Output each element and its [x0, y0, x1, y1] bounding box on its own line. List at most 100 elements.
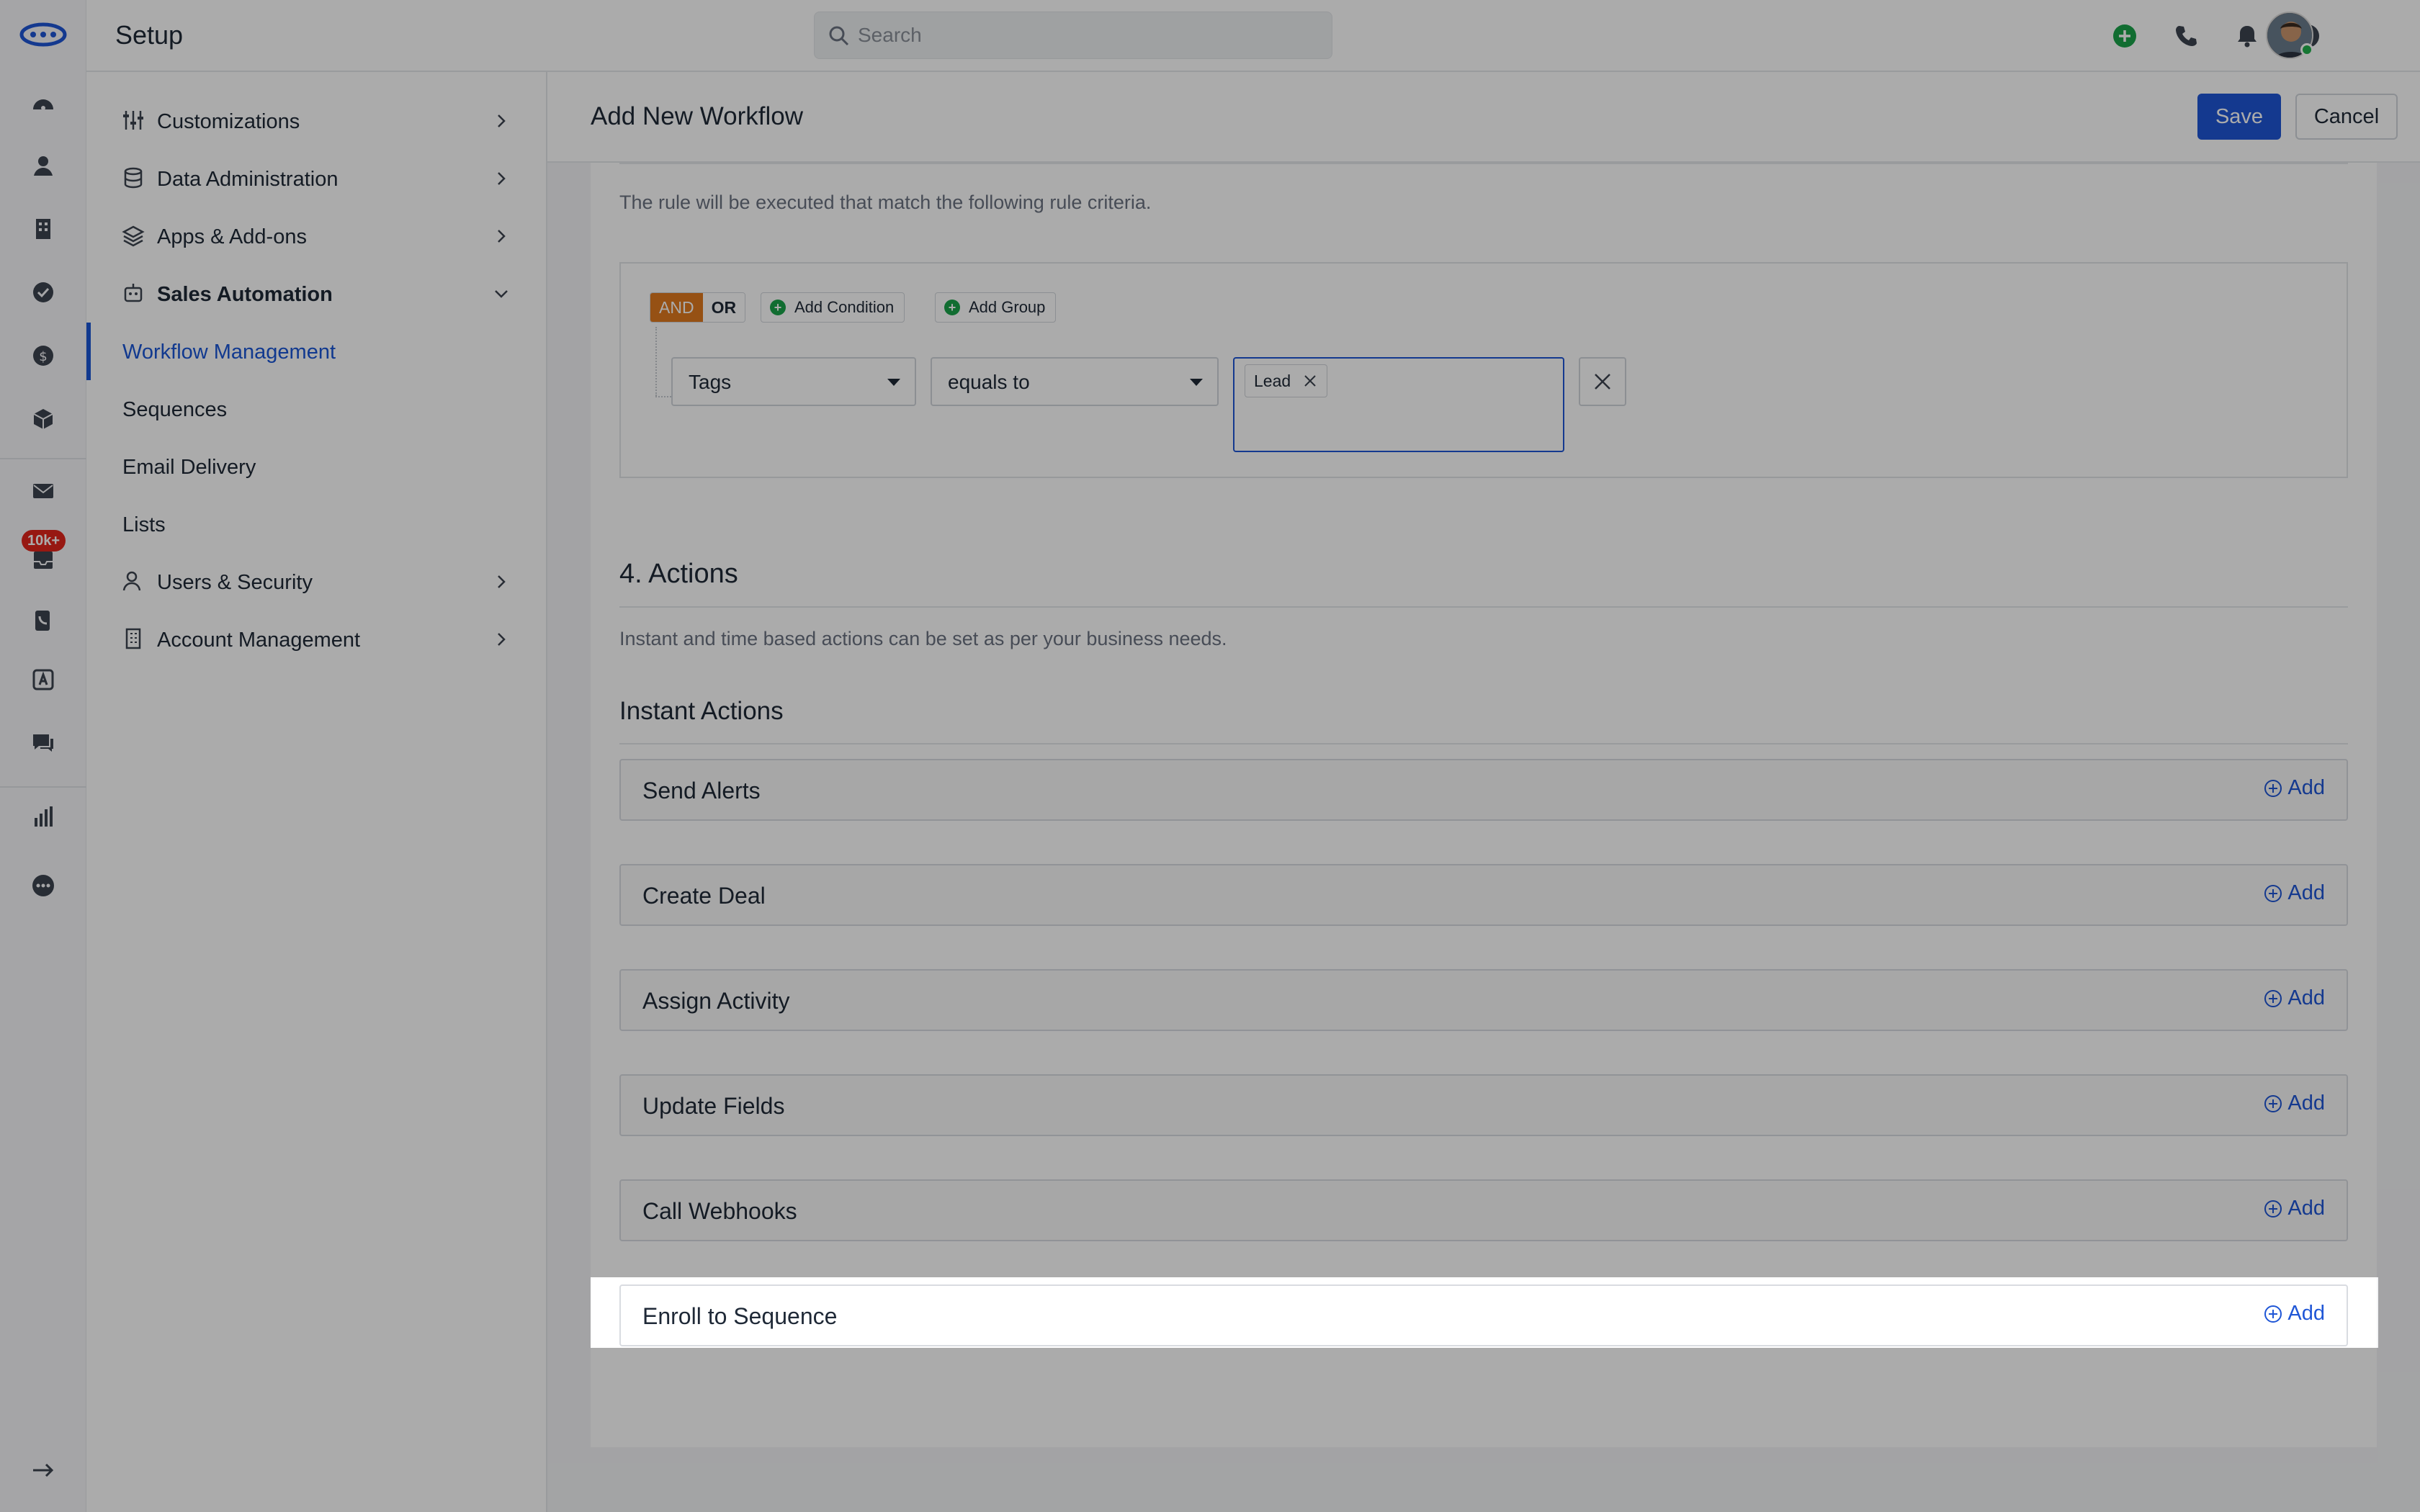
sidebar-item-customizations[interactable]: Customizations: [86, 92, 547, 150]
tasks-icon[interactable]: [27, 276, 59, 308]
sidebar-subitem-sequences[interactable]: Sequences: [86, 380, 547, 438]
plus-icon: +: [770, 300, 786, 315]
tag-chip: Lead: [1245, 364, 1328, 397]
sidebar-item-data-administration[interactable]: Data Administration: [86, 150, 547, 207]
sidebar-item-label: Sales Automation: [157, 283, 333, 306]
layers-icon: [122, 225, 145, 247]
chevron-right-icon: [498, 230, 506, 243]
chevron-right-icon: [498, 575, 506, 588]
field-select-value: Tags: [689, 371, 732, 393]
sidebar-item-sales-automation[interactable]: Sales Automation: [86, 265, 547, 323]
sidebar-subitem-label: Email Delivery: [122, 456, 256, 479]
chevron-right-icon: [498, 633, 506, 646]
add-send-alerts-button[interactable]: Add: [2263, 776, 2325, 800]
add-new-icon[interactable]: [2109, 20, 2141, 52]
bell-icon[interactable]: [2231, 20, 2263, 52]
action-label: Assign Activity: [642, 988, 790, 1014]
sidebar-subitem-label: Lists: [122, 513, 166, 536]
instant-actions-title: Instant Actions: [619, 697, 784, 725]
contacts-icon[interactable]: [27, 150, 59, 181]
sidebar-item-label: Customizations: [157, 110, 300, 133]
criteria-description: The rule will be executed that match the…: [619, 192, 1152, 213]
add-update-fields-button[interactable]: Add: [2263, 1092, 2325, 1115]
add-call-webhooks-button[interactable]: Add: [2263, 1197, 2325, 1220]
search-input[interactable]: [858, 12, 1319, 58]
sidebar-item-apps-addons[interactable]: Apps & Add-ons: [86, 207, 547, 265]
sidebar-subitem-workflow-management[interactable]: Workflow Management: [86, 323, 547, 380]
page-title: Add New Workflow: [591, 102, 804, 130]
plus-circle-icon: [2264, 1094, 2282, 1112]
automation-icon[interactable]: [27, 664, 59, 696]
setup-sidebar: Customizations Data Administration Apps …: [86, 72, 547, 1512]
add-group-button[interactable]: + Add Group: [935, 292, 1057, 323]
sidebar-subitem-lists[interactable]: Lists: [86, 495, 547, 553]
email-icon[interactable]: [27, 475, 59, 507]
rule-box: AND OR + Add Condition + Add Group Tags …: [619, 262, 2348, 478]
cancel-button[interactable]: Cancel: [2295, 94, 2398, 140]
add-create-deal-button[interactable]: Add: [2263, 881, 2325, 905]
chevron-right-icon: [498, 172, 506, 185]
add-condition-button[interactable]: + Add Condition: [761, 292, 905, 323]
actions-description: Instant and time based actions can be se…: [619, 628, 1227, 649]
action-label: Send Alerts: [642, 778, 761, 804]
add-enroll-to-sequence-button[interactable]: Add: [2263, 1302, 2325, 1326]
field-select[interactable]: Tags: [671, 357, 916, 406]
accounts-icon[interactable]: [27, 213, 59, 245]
or-toggle[interactable]: OR: [702, 293, 745, 322]
plus-circle-icon: [2264, 1305, 2282, 1323]
criteria-section: The rule will be executed that match the…: [591, 163, 2377, 580]
action-label: Create Deal: [642, 883, 766, 909]
save-button[interactable]: Save: [2197, 94, 2281, 140]
robot-icon: [124, 284, 143, 302]
caret-down-icon: [887, 379, 900, 386]
sliders-icon: [123, 111, 143, 130]
actions-section: 4. Actions Instant and time based action…: [591, 530, 2377, 1447]
delete-condition-button[interactable]: [1579, 357, 1626, 406]
chevron-down-icon: [495, 290, 508, 298]
sidebar-item-label: Account Management: [157, 629, 361, 652]
plus-icon: +: [944, 300, 960, 315]
user-lock-icon: [122, 571, 141, 591]
add-label: Add: [2287, 776, 2325, 799]
search-icon: [829, 26, 849, 46]
sidebar-item-users-security[interactable]: Users & Security: [86, 553, 547, 611]
action-label: Update Fields: [642, 1093, 785, 1119]
plus-circle-icon: [2264, 884, 2282, 902]
sidebar-item-label: Users & Security: [157, 571, 313, 594]
database-icon: [124, 167, 143, 189]
sidebar-item-account-management[interactable]: Account Management: [86, 611, 547, 668]
action-label: Call Webhooks: [642, 1198, 797, 1224]
dashboard-icon[interactable]: [27, 88, 59, 120]
value-tag-input[interactable]: Lead: [1233, 357, 1564, 452]
actions-title: 4. Actions: [619, 559, 738, 589]
sidebar-item-label: Apps & Add-ons: [157, 225, 307, 248]
deals-icon[interactable]: $: [27, 340, 59, 372]
building-icon: [125, 628, 141, 649]
action-row-assign-activity: Assign Activity Add: [619, 969, 2348, 1031]
reports-icon[interactable]: [27, 801, 59, 832]
sidebar-subitem-label: Sequences: [122, 398, 228, 421]
add-assign-activity-button[interactable]: Add: [2263, 986, 2325, 1010]
search-box[interactable]: [814, 12, 1332, 59]
operator-select[interactable]: equals to: [931, 357, 1219, 406]
phone-icon[interactable]: [2170, 20, 2202, 52]
sidebar-subitem-label: Workflow Management: [122, 341, 336, 364]
products-icon[interactable]: [27, 403, 59, 435]
more-icon[interactable]: [27, 870, 59, 901]
sidebar-subitem-email-delivery[interactable]: Email Delivery: [86, 438, 547, 495]
plus-circle-icon: [2264, 1200, 2282, 1218]
expand-arrow-icon[interactable]: [27, 1454, 59, 1486]
app-title: Setup: [115, 20, 184, 50]
add-label: Add: [2287, 986, 2325, 1009]
notification-badge: 10k+: [22, 530, 66, 552]
logo-icon[interactable]: [19, 19, 68, 50]
plus-circle-icon: [2264, 989, 2282, 1007]
logic-toggle: AND OR: [650, 292, 746, 323]
and-toggle[interactable]: AND: [650, 293, 703, 322]
phone-log-icon[interactable]: [27, 605, 59, 636]
remove-tag-icon[interactable]: [1302, 373, 1318, 389]
chat-icon[interactable]: [27, 727, 59, 759]
page-header: Add New Workflow Save Cancel: [547, 72, 2420, 163]
online-status-dot: [2300, 43, 2313, 56]
svg-text:$: $: [39, 349, 47, 364]
